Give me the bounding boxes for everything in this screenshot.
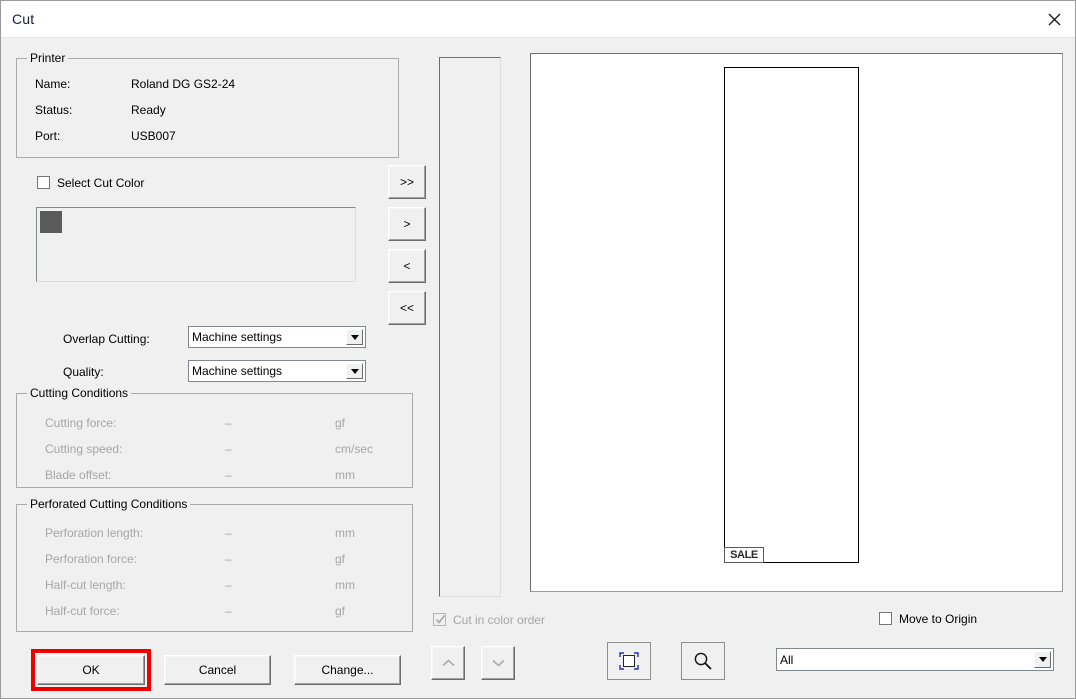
cutting-speed-value: –	[225, 442, 232, 456]
fit-to-window-icon	[619, 652, 639, 670]
move-all-left-button[interactable]: <<	[388, 291, 426, 325]
ok-button[interactable]: OK	[37, 655, 145, 685]
half-cut-force-unit: gf	[335, 604, 346, 618]
cutting-speed-label: Cutting speed:	[45, 442, 123, 456]
printer-name-value: Roland DG GS2-24	[131, 77, 236, 91]
preview-object-sale[interactable]: SALE	[724, 547, 764, 563]
close-glyph	[1048, 13, 1060, 25]
move-up-button[interactable]	[431, 646, 465, 680]
cutting-force-unit: gf	[335, 416, 346, 430]
cutting-force-label: Cutting force:	[45, 416, 117, 430]
fit-to-window-button[interactable]	[607, 642, 651, 680]
object-filter-chevron-down-icon[interactable]	[1034, 651, 1051, 668]
magnifier-icon	[694, 652, 712, 670]
printer-name-label: Name:	[35, 77, 71, 91]
perforation-length-label: Perforation length:	[45, 526, 144, 540]
change-button[interactable]: Change...	[294, 655, 401, 685]
move-to-origin-checkbox[interactable]	[879, 612, 892, 625]
move-to-origin-label: Move to Origin	[899, 612, 978, 626]
printer-group: Printer Name: Roland DG GS2-24 Status: R…	[16, 51, 399, 158]
cut-dialog-window: Cut Printer Name: Roland DG GS2-24 Statu…	[0, 0, 1076, 699]
zoom-button[interactable]	[681, 642, 725, 680]
cut-in-color-order-checkbox[interactable]	[433, 613, 446, 626]
change-button-label: Change...	[321, 663, 374, 677]
printer-group-title: Printer	[27, 51, 69, 65]
blade-offset-value: –	[225, 468, 232, 482]
chevron-up-icon	[441, 659, 455, 667]
title-bar: Cut	[1, 1, 1075, 38]
printer-status-value: Ready	[131, 103, 166, 117]
perforation-length-unit: mm	[335, 526, 355, 540]
move-all-right-button[interactable]: >>	[388, 165, 426, 199]
checkmark-icon	[435, 615, 446, 624]
close-icon[interactable]	[1031, 1, 1075, 37]
cutting-speed-unit: cm/sec	[335, 442, 374, 456]
perforation-force-value: –	[225, 552, 232, 566]
move-left-label: <	[403, 259, 411, 273]
preview-canvas[interactable]: SALE	[530, 53, 1063, 592]
overlap-cutting-label: Overlap Cutting:	[63, 332, 150, 346]
perforated-cutting-conditions-group: Perforated Cutting Conditions Perforatio…	[16, 497, 413, 632]
cutting-force-value: –	[225, 416, 232, 430]
move-down-button[interactable]	[481, 646, 515, 680]
half-cut-length-label: Half-cut length:	[45, 578, 126, 592]
ok-button-label: OK	[82, 663, 100, 677]
half-cut-force-value: –	[225, 604, 232, 618]
move-all-right-label: >>	[399, 175, 414, 189]
move-left-button[interactable]: <	[388, 249, 426, 283]
half-cut-length-unit: mm	[335, 578, 355, 592]
quality-label: Quality:	[63, 365, 104, 379]
window-title: Cut	[12, 11, 35, 27]
chevron-down-icon	[491, 659, 505, 667]
media-outline: SALE	[724, 67, 859, 563]
select-cut-color-checkbox[interactable]	[37, 176, 50, 189]
perforated-conditions-title: Perforated Cutting Conditions	[27, 497, 191, 511]
perforation-length-value: –	[225, 526, 232, 540]
blade-offset-unit: mm	[335, 468, 355, 482]
quality-chevron-down-icon[interactable]	[346, 363, 363, 379]
printer-status-label: Status:	[35, 103, 73, 117]
overlap-cutting-value: Machine settings	[192, 330, 283, 344]
select-cut-color-label: Select Cut Color	[57, 176, 145, 190]
cut-color-swatch[interactable]	[40, 211, 62, 233]
overlap-cutting-select[interactable]: Machine settings	[188, 326, 366, 348]
quality-value: Machine settings	[192, 364, 283, 378]
move-right-label: >	[403, 217, 411, 231]
perforation-force-label: Perforation force:	[45, 552, 138, 566]
cancel-button[interactable]: Cancel	[164, 655, 271, 685]
printer-port-label: Port:	[35, 129, 61, 143]
overlap-chevron-down-icon[interactable]	[346, 329, 363, 345]
cutting-conditions-group: Cutting Conditions Cutting force: – gf C…	[16, 386, 413, 488]
object-filter-select[interactable]: All	[776, 648, 1054, 671]
move-all-left-label: <<	[399, 301, 414, 315]
object-list-panel[interactable]	[439, 57, 501, 597]
half-cut-force-label: Half-cut force:	[45, 604, 120, 618]
cancel-button-label: Cancel	[198, 663, 237, 677]
printer-port-value: USB007	[131, 129, 176, 143]
object-filter-value: All	[780, 652, 794, 667]
move-right-button[interactable]: >	[388, 207, 426, 241]
cutting-conditions-title: Cutting Conditions	[27, 386, 132, 400]
cut-in-color-order-label: Cut in color order	[453, 613, 546, 627]
perforation-force-unit: gf	[335, 552, 346, 566]
blade-offset-label: Blade offset:	[45, 468, 112, 482]
half-cut-length-value: –	[225, 578, 232, 592]
cut-color-listbox[interactable]	[36, 207, 356, 282]
quality-select[interactable]: Machine settings	[188, 360, 366, 382]
